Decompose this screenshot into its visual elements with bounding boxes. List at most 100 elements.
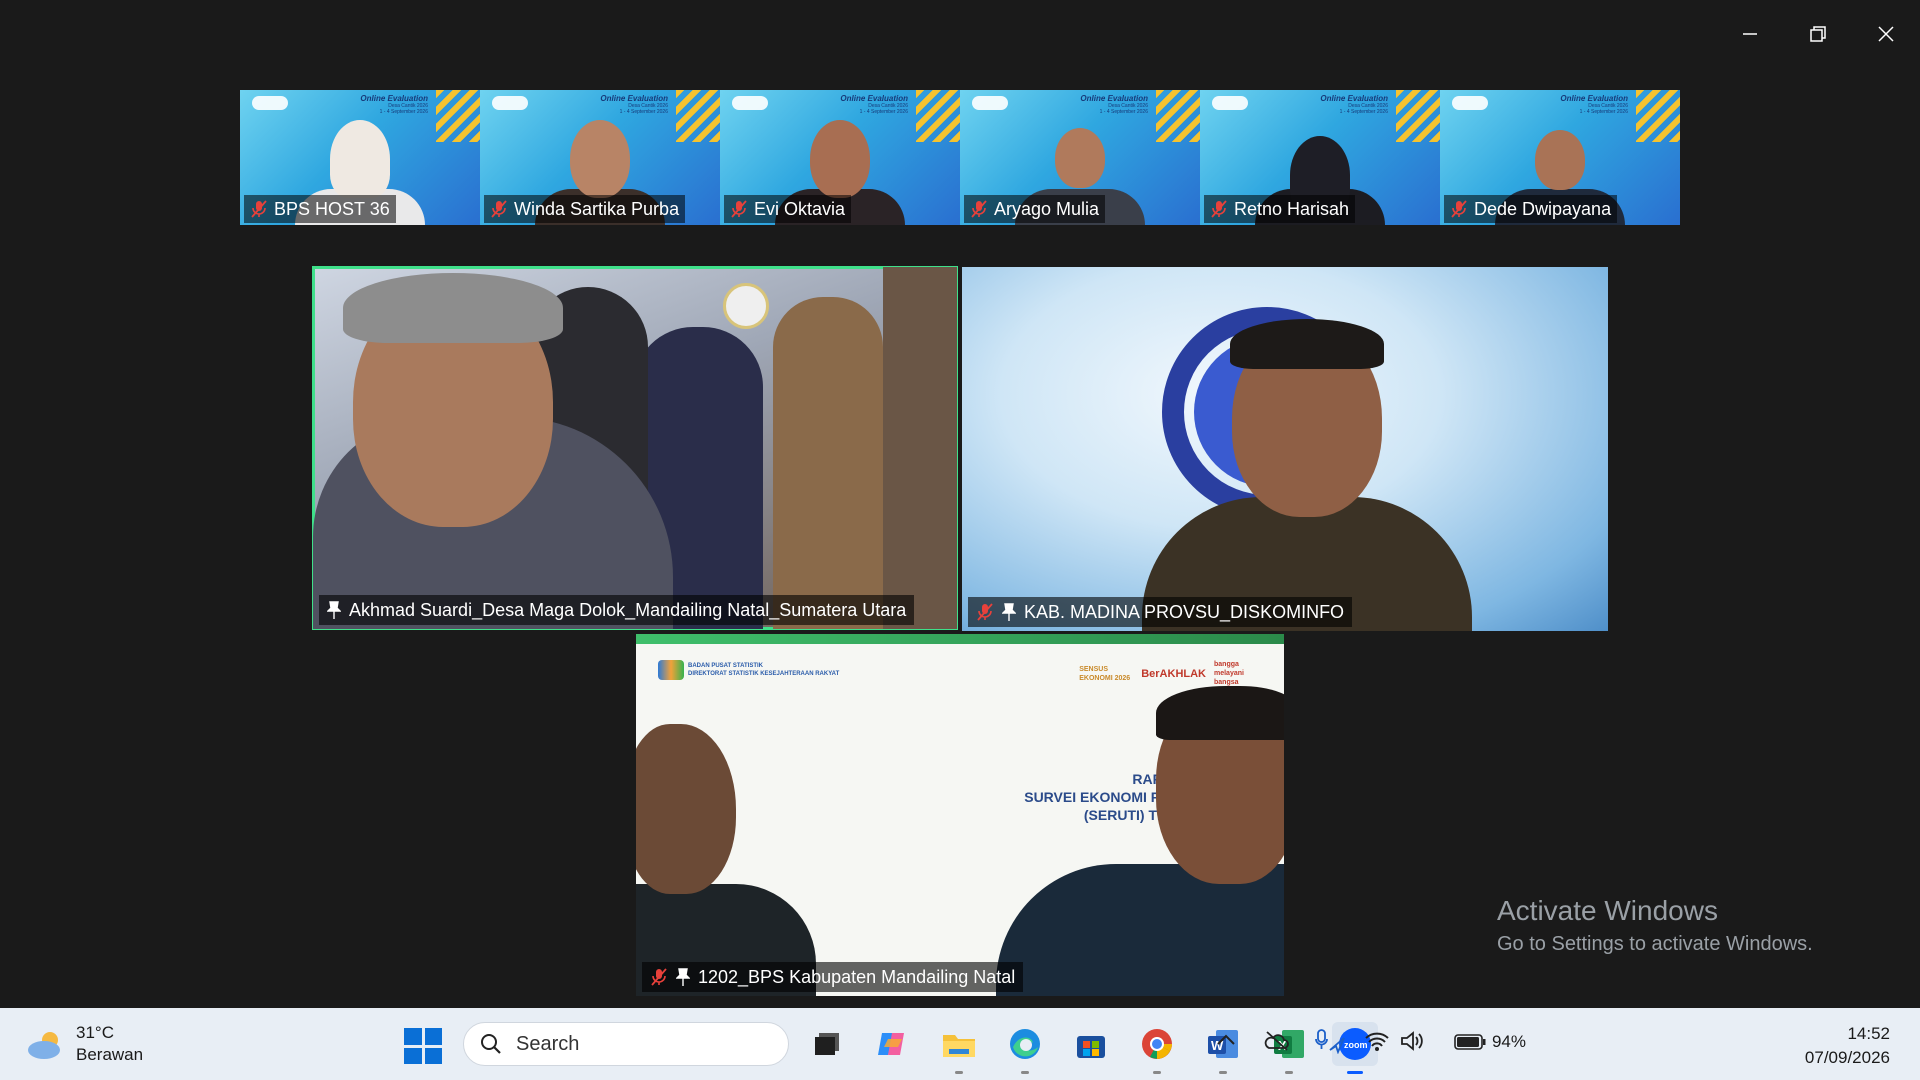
store-button[interactable] — [1068, 1022, 1114, 1066]
logo-icon — [1212, 96, 1248, 110]
event-title: Online Evaluation — [360, 94, 428, 103]
participant-thumb[interactable]: Online Evaluation Desa Cantik 2026 1 - 4 S… — [1440, 90, 1680, 225]
event-banner: Online Evaluation Desa Cantik 2026 1 - 4 S… — [598, 94, 668, 115]
onedrive-button[interactable] — [1264, 1030, 1290, 1057]
participant-name-label: Evi Oktavia — [724, 195, 852, 223]
event-title: Online Evaluation — [1560, 94, 1628, 103]
speaker-icon — [1401, 1031, 1423, 1051]
mic-muted-icon — [971, 200, 987, 218]
microphone-button[interactable] — [1314, 1028, 1346, 1059]
participant-name-label: Winda Sartika Purba — [484, 195, 686, 223]
windows-logo-icon — [424, 1047, 442, 1064]
mic-muted-icon — [251, 200, 267, 218]
video-tile[interactable]: BADAN PUSAT STATISTIK DIREKTORAT STATIST… — [636, 634, 1284, 996]
participant-name: BPS HOST 36 — [274, 198, 390, 219]
running-indicator — [1285, 1071, 1293, 1074]
chrome-button[interactable] — [1134, 1022, 1180, 1074]
banner-stripes — [1156, 90, 1200, 142]
berakhlak-logo: BerAKHLAK — [1141, 667, 1206, 680]
wifi-icon — [1365, 1032, 1389, 1051]
slide-logos: SENSUS EKONOMI 2026 BerAKHLAK bangga mel… — [1079, 660, 1264, 687]
wall-clock — [723, 283, 769, 329]
search-box[interactable]: Search — [463, 1022, 789, 1066]
participant-name-label: BPS HOST 36 — [244, 195, 396, 223]
close-icon — [1878, 26, 1894, 42]
task-view-icon — [815, 1033, 839, 1055]
participant-thumb[interactable]: Online Evaluation Desa Cantik 2026 1 - 4 S… — [720, 90, 960, 225]
slide-org-dept: DIREKTORAT STATISTIK KESEJAHTERAAN RAKYA… — [688, 671, 840, 677]
chrome-icon — [1142, 1029, 1172, 1059]
cloud-sun-icon — [28, 1032, 60, 1059]
logo-icon — [492, 96, 528, 110]
cloud-off-icon — [1264, 1031, 1289, 1051]
running-indicator — [1153, 1071, 1161, 1074]
participant-name-label: Dede Dwipayana — [1444, 195, 1618, 223]
mic-muted-icon — [651, 968, 667, 986]
running-indicator — [1347, 1071, 1363, 1074]
video-tile-active-speaker[interactable]: Akhmad Suardi_Desa Maga Dolok_Mandailing… — [312, 266, 958, 630]
close-button[interactable] — [1852, 14, 1920, 54]
restore-button[interactable] — [1784, 14, 1852, 54]
sensus-logo: SENSUS EKONOMI 2026 — [1079, 665, 1131, 682]
battery-button[interactable]: 94% — [1454, 1032, 1526, 1052]
video-tile[interactable]: KAB. MADINA PROVSU_DISKOMINFO — [962, 267, 1608, 631]
search-placeholder: Search — [516, 1032, 580, 1055]
start-button[interactable] — [404, 1028, 442, 1064]
folder-icon — [943, 1035, 975, 1057]
volume-button[interactable] — [1400, 1030, 1426, 1057]
copilot-button[interactable] — [870, 1022, 916, 1066]
taskbar: 31°C Berawan Search W zoom 94% 14:52 07/… — [0, 1008, 1920, 1080]
mic-muted-icon — [977, 603, 993, 621]
slide-top-border — [636, 634, 1284, 644]
participant-name: Aryago Mulia — [994, 198, 1100, 219]
banner-stripes — [1636, 90, 1680, 142]
wifi-button[interactable] — [1364, 1030, 1390, 1057]
logo-icon — [732, 96, 768, 110]
edge-button[interactable] — [1002, 1022, 1048, 1074]
watermark-subtitle: Go to Settings to activate Windows. — [1497, 933, 1813, 955]
video-person — [330, 120, 390, 198]
participant-name: Evi Oktavia — [754, 198, 846, 219]
minimize-button[interactable] — [1716, 14, 1784, 54]
participant-thumb[interactable]: Online Evaluation Desa Cantik 2026 1 - 4 S… — [1200, 90, 1440, 225]
slide-title-line: SURVEI EKONOMI RU — [1024, 789, 1171, 805]
participant-thumb[interactable]: Online Evaluation Desa Cantik 2026 1 - 4 S… — [240, 90, 480, 225]
participant-name: Akhmad Suardi_Desa Maga Dolok_Mandailing… — [349, 599, 907, 620]
participant-name-label: Retno Harisah — [1204, 195, 1356, 223]
event-date: 1 - 4 September 2026 — [1099, 109, 1148, 115]
event-banner: Online Evaluation Desa Cantik 2026 1 - 4 S… — [1558, 94, 1628, 115]
banner-stripes — [1396, 90, 1440, 142]
show-hidden-icons-button[interactable] — [1216, 1032, 1236, 1051]
logo-icon — [972, 96, 1008, 110]
search-icon — [481, 1034, 501, 1054]
participant-name: Winda Sartika Purba — [514, 198, 680, 219]
banner-stripes — [676, 90, 720, 142]
banner-stripes — [436, 90, 480, 142]
running-indicator — [955, 1071, 963, 1074]
clock-time: 14:52 — [1847, 1024, 1890, 1043]
file-explorer-button[interactable] — [936, 1022, 982, 1074]
participant-strip: Online Evaluation Desa Cantik 2026 1 - 4 S… — [240, 90, 1680, 225]
slide-title-line: (SERUTI) TRI — [1083, 807, 1171, 823]
slide-title-line: RAPA — [1132, 771, 1171, 787]
participant-thumb[interactable]: Online Evaluation Desa Cantik 2026 1 - 4 S… — [960, 90, 1200, 225]
event-date: 1 - 4 September 2026 — [619, 109, 668, 115]
mic-muted-icon — [1451, 200, 1467, 218]
weather-widget[interactable]: 31°C Berawan — [26, 1022, 143, 1066]
event-banner: Online Evaluation Desa Cantik 2026 1 - 4 S… — [1318, 94, 1388, 115]
pin-icon — [1002, 603, 1016, 621]
bps-logo-icon — [658, 660, 684, 680]
windows-logo-icon — [424, 1028, 442, 1045]
video-person — [883, 267, 957, 629]
windows-logo-icon — [404, 1047, 422, 1064]
video-person — [810, 120, 870, 198]
participant-thumb[interactable]: Online Evaluation Desa Cantik 2026 1 - 4 S… — [480, 90, 720, 225]
task-view-button[interactable] — [804, 1022, 850, 1066]
activation-watermark: Activate Windows Go to Settings to activ… — [1497, 895, 1813, 956]
participant-name-label: 1202_BPS Kabupaten Mandailing Natal — [642, 962, 1024, 992]
pin-icon — [676, 968, 690, 986]
banner-stripes — [916, 90, 960, 142]
clock[interactable]: 14:52 07/09/2026 — [1805, 1022, 1890, 1070]
video-person — [1230, 319, 1384, 369]
clock-date: 07/09/2026 — [1804, 1048, 1890, 1067]
